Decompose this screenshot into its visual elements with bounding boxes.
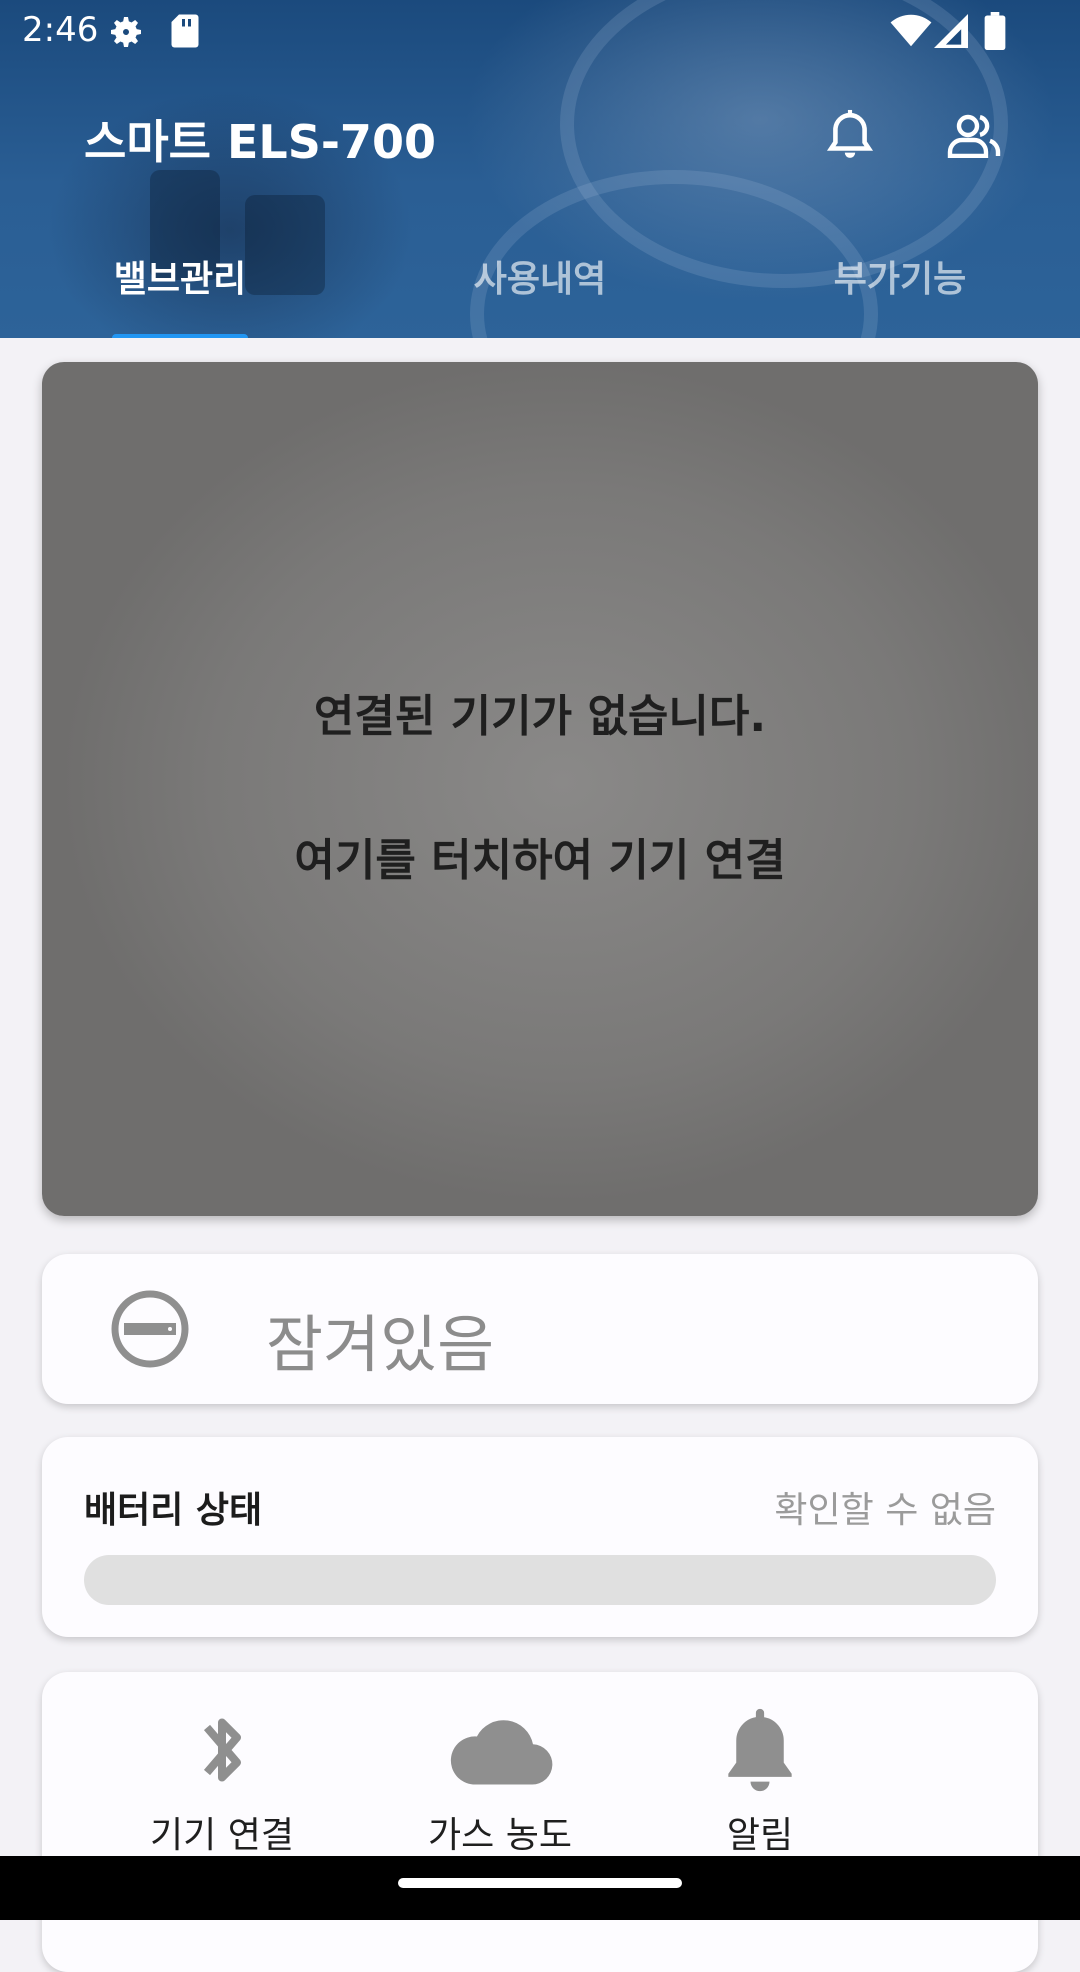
alert-action[interactable]: 알림 xyxy=(660,1702,860,1858)
battery-card: 배터리 상태 확인할 수 없음 xyxy=(42,1437,1038,1637)
tab-usage-history[interactable]: 사용내역 xyxy=(360,250,720,302)
status-bar: 2:46 xyxy=(0,0,1080,64)
battery-status: 확인할 수 없음 xyxy=(774,1490,996,1531)
gas-concentration-label: 가스 농도 xyxy=(428,1815,572,1856)
cell-signal-icon xyxy=(934,14,968,52)
users-button[interactable] xyxy=(942,106,1006,170)
connect-hint: 여기를 터치하여 기기 연결 xyxy=(294,835,786,886)
status-time: 2:46 xyxy=(22,10,99,50)
lock-status-text: 잠겨있음 xyxy=(266,1308,495,1381)
bluetooth-icon xyxy=(192,1704,252,1800)
app-header: 2:46 스마트 ELS-700 밸브관리 사용내역 부가기능 xyxy=(0,0,1080,338)
tab-valve-management[interactable]: 밸브관리 xyxy=(0,250,360,302)
users-icon xyxy=(946,114,1002,162)
lock-status-card[interactable]: 잠겨있음 xyxy=(42,1254,1038,1404)
battery-label: 배터리 상태 xyxy=(84,1490,263,1531)
notification-bell-button[interactable] xyxy=(818,106,882,170)
cloud-icon xyxy=(446,1714,554,1790)
tab-extra-features[interactable]: 부가기능 xyxy=(720,250,1080,302)
device-connect-action[interactable]: 기기 연결 xyxy=(122,1702,322,1858)
tab-indicator xyxy=(112,334,248,338)
wifi-icon xyxy=(890,14,932,52)
device-connect-card[interactable]: 연결된 기기가 없습니다. 여기를 터치하여 기기 연결 xyxy=(42,362,1038,1216)
quick-actions-card: 기기 연결 가스 농도 알림 xyxy=(42,1672,1038,1972)
lock-status-icon xyxy=(110,1289,190,1369)
home-gesture-handle[interactable] xyxy=(398,1878,682,1888)
battery-icon xyxy=(984,12,1006,54)
bell-icon xyxy=(722,1705,798,1799)
no-device-message: 연결된 기기가 없습니다. xyxy=(313,691,767,743)
sd-card-icon xyxy=(170,12,200,54)
tab-bar: 밸브관리 사용내역 부가기능 xyxy=(0,230,1080,338)
device-connect-label: 기기 연결 xyxy=(150,1815,294,1856)
gas-concentration-action[interactable]: 가스 농도 xyxy=(400,1702,600,1858)
settings-gear-icon xyxy=(106,12,146,56)
battery-progress-bar xyxy=(84,1555,996,1605)
app-title: 스마트 ELS-700 xyxy=(84,115,436,169)
notification-bell-icon xyxy=(825,108,875,168)
alert-label: 알림 xyxy=(726,1815,794,1856)
system-navigation-bar xyxy=(0,1856,1080,1920)
